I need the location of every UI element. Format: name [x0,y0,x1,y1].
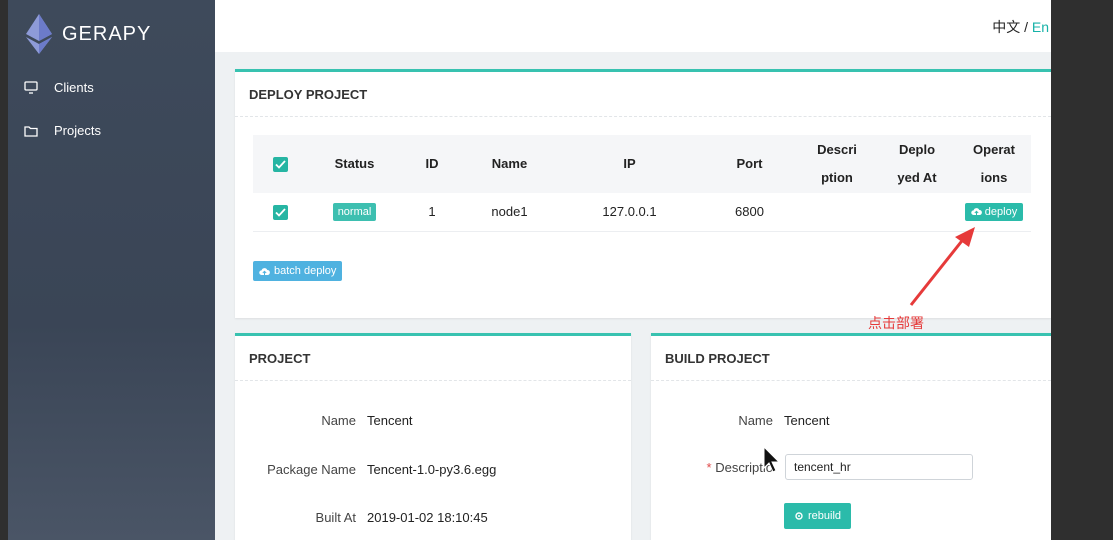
select-all-checkbox[interactable] [272,157,288,173]
col-deployed-line2: yed At [897,170,937,185]
col-deployed-at: Deplo yed At [877,135,957,193]
monitor-icon [24,81,38,95]
col-operations-line1: Operat [973,142,1015,157]
folder-icon [24,124,38,138]
sidebar: GERAPY Clients Projects [8,0,215,540]
col-operations-line2: ions [980,170,1008,185]
col-name: Name [491,156,528,171]
main-content: 中文 / En DEPLOY PROJECT Status ID Name IP… [215,0,1051,540]
id-cell: 1 [428,204,436,220]
name-label: Name [321,413,356,428]
sidebar-item-label: Clients [54,80,94,95]
col-id: ID [425,156,439,171]
status-cell: normal [307,193,402,231]
card-title: DEPLOY PROJECT [249,87,368,102]
built-at-value: 2019-01-02 18:10:45 [367,510,488,525]
description-cell [797,193,877,231]
built-at-label: Built At [315,510,356,525]
annotation-text: 点击部署 [868,315,924,331]
lang-en-link[interactable]: En [1032,19,1049,35]
card-title: BUILD PROJECT [665,351,770,366]
ethereum-logo-icon [26,14,52,54]
description-label: * Descriptio [651,460,773,475]
name-cell: node1 [491,204,528,220]
batch-deploy-button[interactable]: batch deploy [253,261,343,281]
rebuild-button[interactable]: rebuild [784,503,852,529]
divider [235,116,1051,117]
col-status: Status [334,156,375,171]
gear-icon [794,511,804,521]
sidebar-item-label: Projects [54,123,101,138]
lang-separator: / [1020,19,1032,35]
required-mark: * [706,460,712,475]
right-letterbox [1051,0,1113,540]
cloud-upload-icon [971,207,982,216]
package-name-label: Package Name [267,462,356,477]
row-checkbox[interactable] [272,204,288,220]
build-name-value: Tencent [784,413,830,428]
package-name-value: Tencent-1.0-py3.6.egg [367,462,497,477]
col-ip: IP [623,156,636,171]
name-value: Tencent [367,413,413,428]
select-all-cell[interactable] [253,135,307,193]
status-badge: normal [332,202,377,221]
description-input[interactable] [785,454,973,480]
divider [235,380,631,381]
sidebar-item-clients[interactable]: Clients [24,80,94,95]
build-name-label: Name [738,413,773,428]
build-project-card: BUILD PROJECT Name Tencent * Descriptio … [651,333,1051,540]
col-description-line2: ption [821,170,853,185]
col-description-line1: Descri [817,142,857,157]
port-cell: 6800 [735,204,764,220]
deploy-button[interactable]: deploy [964,202,1024,221]
mouse-cursor-icon [763,445,781,479]
rebuild-label: rebuild [808,510,842,522]
deploy-button-label: deploy [984,205,1018,218]
nodes-table: Status ID Name IP Port Descri ption Deplo… [253,135,1031,232]
left-letterbox [0,0,8,540]
cloud-upload-icon [259,267,270,276]
divider [651,380,1051,381]
col-description: Descri ption [797,135,877,193]
col-deployed-line1: Deplo [898,142,936,157]
lang-zh-link[interactable]: 中文 [992,19,1020,35]
col-port: Port [736,156,763,171]
ip-cell: 127.0.0.1 [602,204,657,220]
row-select-cell[interactable] [253,193,307,231]
logo[interactable]: GERAPY [26,14,151,54]
annotation-arrow-icon [909,227,975,306]
card-title: PROJECT [249,351,311,366]
sidebar-item-projects[interactable]: Projects [24,123,101,138]
col-operations: Operat ions [957,135,1031,193]
app-name: GERAPY [62,22,152,45]
batch-deploy-label: batch deploy [274,265,337,277]
table-header-row: Status ID Name IP Port Descri ption Deplo… [253,135,1031,193]
top-bar: 中文 / En [215,0,1051,52]
project-card: PROJECT Name Tencent Package Name Tencen… [235,333,631,540]
language-switcher[interactable]: 中文 / En [992,17,1049,37]
